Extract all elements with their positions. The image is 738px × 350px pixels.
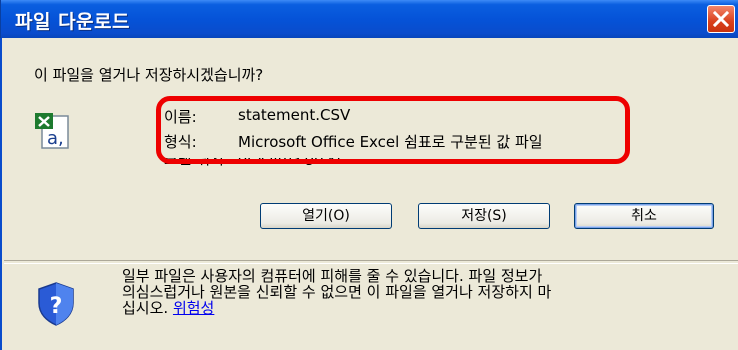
svg-text:a,: a, <box>47 128 64 149</box>
window-title: 파일 다운로드 <box>15 11 130 33</box>
type-label: 형식: <box>164 133 197 151</box>
close-button[interactable] <box>707 5 735 33</box>
warning-text: 일부 파일은 사용자의 컴퓨터에 피해를 줄 수 있습니다. 파일 정보가 의심… <box>122 268 722 316</box>
separator <box>4 260 738 264</box>
svg-text:?: ? <box>50 294 63 319</box>
from-value: dev.lims.go.kr <box>238 158 343 166</box>
warning-line-3: 십시오. 위험성 <box>122 300 722 316</box>
from-row: 보낸 위치: dev.lims.go.kr <box>164 158 404 166</box>
close-icon <box>713 11 729 27</box>
file-name-value: statement.CSV <box>238 106 351 124</box>
dialog-body: 이 파일을 열거나 저장하시겠습니까? a, 이름: statement.CSV… <box>0 38 738 350</box>
cancel-button[interactable]: 취소 <box>574 203 714 229</box>
risk-link[interactable]: 위험성 <box>173 299 214 317</box>
title-bar[interactable]: 파일 다운로드 <box>0 0 738 38</box>
excel-csv-file-icon: a, <box>35 113 69 149</box>
save-button[interactable]: 저장(S) <box>418 203 550 229</box>
open-button[interactable]: 열기(O) <box>260 203 392 229</box>
shield-question-icon: ? <box>38 282 74 326</box>
warning-line-1: 일부 파일은 사용자의 컴퓨터에 피해를 줄 수 있습니다. 파일 정보가 <box>122 267 543 285</box>
file-type-value: Microsoft Office Excel 쉼표로 구분된 값 파일 <box>238 133 543 151</box>
highlight-annotation <box>156 96 630 164</box>
question-text: 이 파일을 열거나 저장하시겠습니까? <box>34 66 264 84</box>
from-label: 보낸 위치: <box>164 158 229 166</box>
warning-line-2: 의심스럽거나 원본을 신뢰할 수 없으면 이 파일을 열거나 저장하지 마 <box>122 283 552 301</box>
name-label: 이름: <box>164 108 197 126</box>
warning-line-3-text: 십시오. <box>122 299 169 317</box>
